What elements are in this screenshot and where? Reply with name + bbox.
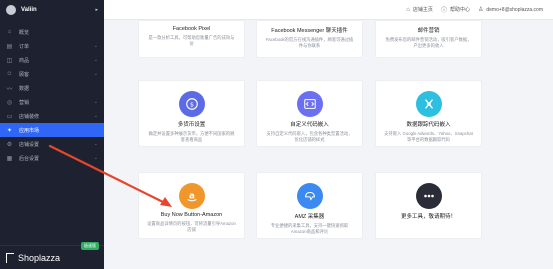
sidebar-item-2[interactable]: ◫ 商品 ⌄ — [0, 53, 104, 67]
sidebar-item-label: 后台设置 — [19, 155, 40, 162]
store-home-label: 店铺主页 — [412, 7, 433, 13]
chevron-down-icon: ⌄ — [93, 113, 98, 119]
shoplazza-logo-icon — [6, 252, 14, 263]
app-card-title: 邮件营销 — [417, 28, 440, 34]
app-card[interactable]: Facebook Messenger 聊天插件 Facebook的官方在线沟通插件… — [256, 20, 363, 58]
user-email: demo+8@shoplazza.com — [486, 6, 543, 13]
user-menu[interactable]: ♙ demo+8@shoplazza.com — [477, 6, 543, 14]
chevron-down-icon: ⌄ — [93, 57, 98, 63]
app-card-description: 免费发布您的邮件营销活动，吸引客户数据，产出更多的收入 — [385, 37, 472, 48]
sidebar-item-4[interactable]: 〰数据 — [0, 81, 104, 95]
edition-badge: 极速版 — [81, 242, 99, 250]
sidebar-item-label: 店铺设置 — [19, 141, 40, 148]
store-icon: ⌂ — [406, 6, 410, 13]
sidebar: Valiin ▸ ⌂ 概览 ▤ 订单 ⌄ ◫ 商品 ⌄ ☺ 顾客 ⌄ 〰数据 ◎ 营销 ⌄ ▭ 店铺装修 ⌄ ✦ 应用… — [0, 0, 104, 269]
admin-icon: ▦ — [6, 155, 13, 162]
chevron-down-icon: ⌄ — [93, 155, 98, 161]
top-header: ⌂ 店铺主页 ⓘ 帮助中心 ♙ demo+8@shoplazza.com — [104, 0, 553, 20]
help-label: 帮助中心 — [449, 7, 470, 13]
app-card-description: Facebook的官方在线沟通插件，顾客可通过插件与你联系 — [265, 37, 354, 48]
app-card[interactable]: Facebook Pixel 是一款分析工具，可帮助您衡量广告的成效与访 — [138, 20, 245, 58]
app: Valiin ▸ ⌂ 概览 ▤ 订单 ⌄ ◫ 商品 ⌄ ☺ 顾客 ⌄ 〰数据 ◎ 营销 ⌄ ▭ 店铺装修 ⌄ ✦ 应用… — [0, 0, 553, 269]
app-card[interactable]: a Buy Now Button-Amazon 设置商品详情页的按钮，可将流量引导A… — [138, 172, 245, 239]
store-name: Valiin — [21, 7, 37, 13]
help-icon: ⓘ — [440, 8, 447, 14]
sidebar-item-5[interactable]: ◎ 营销 ⌄ — [0, 95, 104, 109]
app-card-title: Facebook Messenger 聊天插件 — [271, 28, 348, 34]
store-home-link[interactable]: ⌂ 店铺主页 — [406, 6, 433, 14]
sidebar-item-6[interactable]: ▭ 店铺装修 ⌄ — [0, 109, 104, 123]
apps-icon: ✦ — [6, 127, 13, 134]
app-card-description: 专业便捷的采集工具，支持一键快速抓取Amazon商品和评论 — [270, 223, 349, 234]
sidebar-item-7[interactable]: ✦ 应用市场 — [0, 123, 104, 137]
sidebar-item-8[interactable]: ⚙ 店铺设置 ⌄ — [0, 137, 104, 151]
app-card-description: 支持自定义代码嵌入，包含各种类型置活动，优化店铺的样式 — [266, 131, 353, 142]
chevron-down-icon: ⌄ — [93, 43, 98, 49]
svg-text:$: $ — [190, 102, 194, 109]
code-icon — [296, 91, 323, 117]
sidebar-item-3[interactable]: ☺ 顾客 ⌄ — [0, 67, 104, 81]
more-icon — [415, 183, 442, 209]
footer-brand: Shoplazza — [18, 252, 61, 263]
app-card-title: AMZ 采集器 — [294, 214, 325, 220]
app-card[interactable]: 自定义代码嵌入支持自定义代码嵌入，包含各种类型置活动，优化店铺的样式 — [256, 80, 363, 147]
sidebar-item-0[interactable]: ⌂ 概览 — [0, 25, 104, 39]
product-icon: ◫ — [6, 57, 13, 64]
app-card[interactable]: $ 多货币设置确定并设置多种展示货币，方便不同国家的顾客查看商品 — [138, 80, 245, 147]
sidebar-item-label: 订单 — [19, 43, 30, 50]
order-icon: ▤ — [6, 43, 13, 50]
currency-icon: $ — [178, 91, 205, 117]
sidebar-footer: Shoplazza 极速版 — [0, 242, 104, 269]
user-icon: ♙ — [477, 7, 484, 13]
store-switcher[interactable]: Valiin ▸ — [0, 0, 104, 20]
sidebar-item-label: 概览 — [19, 29, 30, 36]
app-card-description: 支持嵌入 Google Adwords、Yahoo、Snapchat 等平台的数… — [384, 131, 473, 142]
app-card-description: 设置商品详情页的按钮，可将流量引导Amazon店铺 — [147, 221, 236, 232]
app-card-title: 更多工具，敬请期待！ — [400, 214, 456, 220]
collector-icon — [296, 183, 323, 209]
app-card-description: 确定并设置多种展示货币，方便不同国家的顾客查看商品 — [148, 131, 235, 142]
sidebar-item-label: 商品 — [19, 57, 30, 64]
chevron-down-icon: ⌄ — [93, 141, 98, 147]
customer-icon: ☺ — [6, 71, 13, 77]
app-card[interactable]: 邮件营销免费发布您的邮件营销活动，吸引客户数据，产出更多的收入 — [375, 20, 482, 58]
sidebar-item-label: 数据 — [19, 85, 30, 92]
sidebar-item-9[interactable]: ▦ 后台设置 ⌄ — [0, 151, 104, 165]
marketing-icon: ◎ — [6, 99, 13, 106]
home-icon: ⌂ — [7, 29, 12, 35]
caret-right-icon: ▸ — [95, 7, 98, 13]
app-card[interactable]: 更多工具，敬请期待！ — [375, 172, 482, 239]
store-logo — [6, 5, 16, 15]
chart-icon: 〰 — [6, 86, 13, 93]
chevron-down-icon: ⌄ — [93, 99, 98, 105]
app-card-title: 数据跟踪代码嵌入 — [406, 122, 451, 128]
help-center-link[interactable]: ⓘ 帮助中心 — [441, 5, 470, 14]
app-card-description: 是一款分析工具，可帮助您衡量广告的成效与访 — [148, 35, 235, 46]
sidebar-item-label: 应用市场 — [19, 127, 40, 134]
app-card[interactable]: AMZ 采集器专业便捷的采集工具，支持一键快速抓取Amazon商品和评论 — [256, 172, 363, 239]
sidebar-nav: ⌂ 概览 ▤ 订单 ⌄ ◫ 商品 ⌄ ☺ 顾客 ⌄ 〰数据 ◎ 营销 ⌄ ▭ 店铺装修 ⌄ ✦ 应用市场 ⚙ 店铺设置 ⌄ ▦… — [0, 25, 104, 165]
chevron-down-icon: ⌄ — [93, 71, 98, 77]
sidebar-item-1[interactable]: ▤ 订单 ⌄ — [0, 39, 104, 53]
app-card-title: Buy Now Button-Amazon — [160, 212, 223, 218]
app-card-title: 自定义代码嵌入 — [290, 122, 329, 128]
theme-icon: ▭ — [6, 113, 13, 120]
app-card-title: 多货币设置 — [177, 122, 206, 128]
app-card-title: Facebook Pixel — [172, 26, 211, 32]
app-card[interactable]: 数据跟踪代码嵌入支持嵌入 Google Adwords、Yahoo、Snapch… — [375, 80, 482, 147]
amazon-icon: a — [178, 183, 205, 209]
sidebar-item-label: 店铺装修 — [19, 113, 40, 120]
tracking-icon — [415, 91, 442, 117]
settings-icon: ⚙ — [6, 141, 13, 148]
sidebar-item-label: 营销 — [19, 99, 30, 106]
sidebar-item-label: 顾客 — [19, 71, 30, 78]
